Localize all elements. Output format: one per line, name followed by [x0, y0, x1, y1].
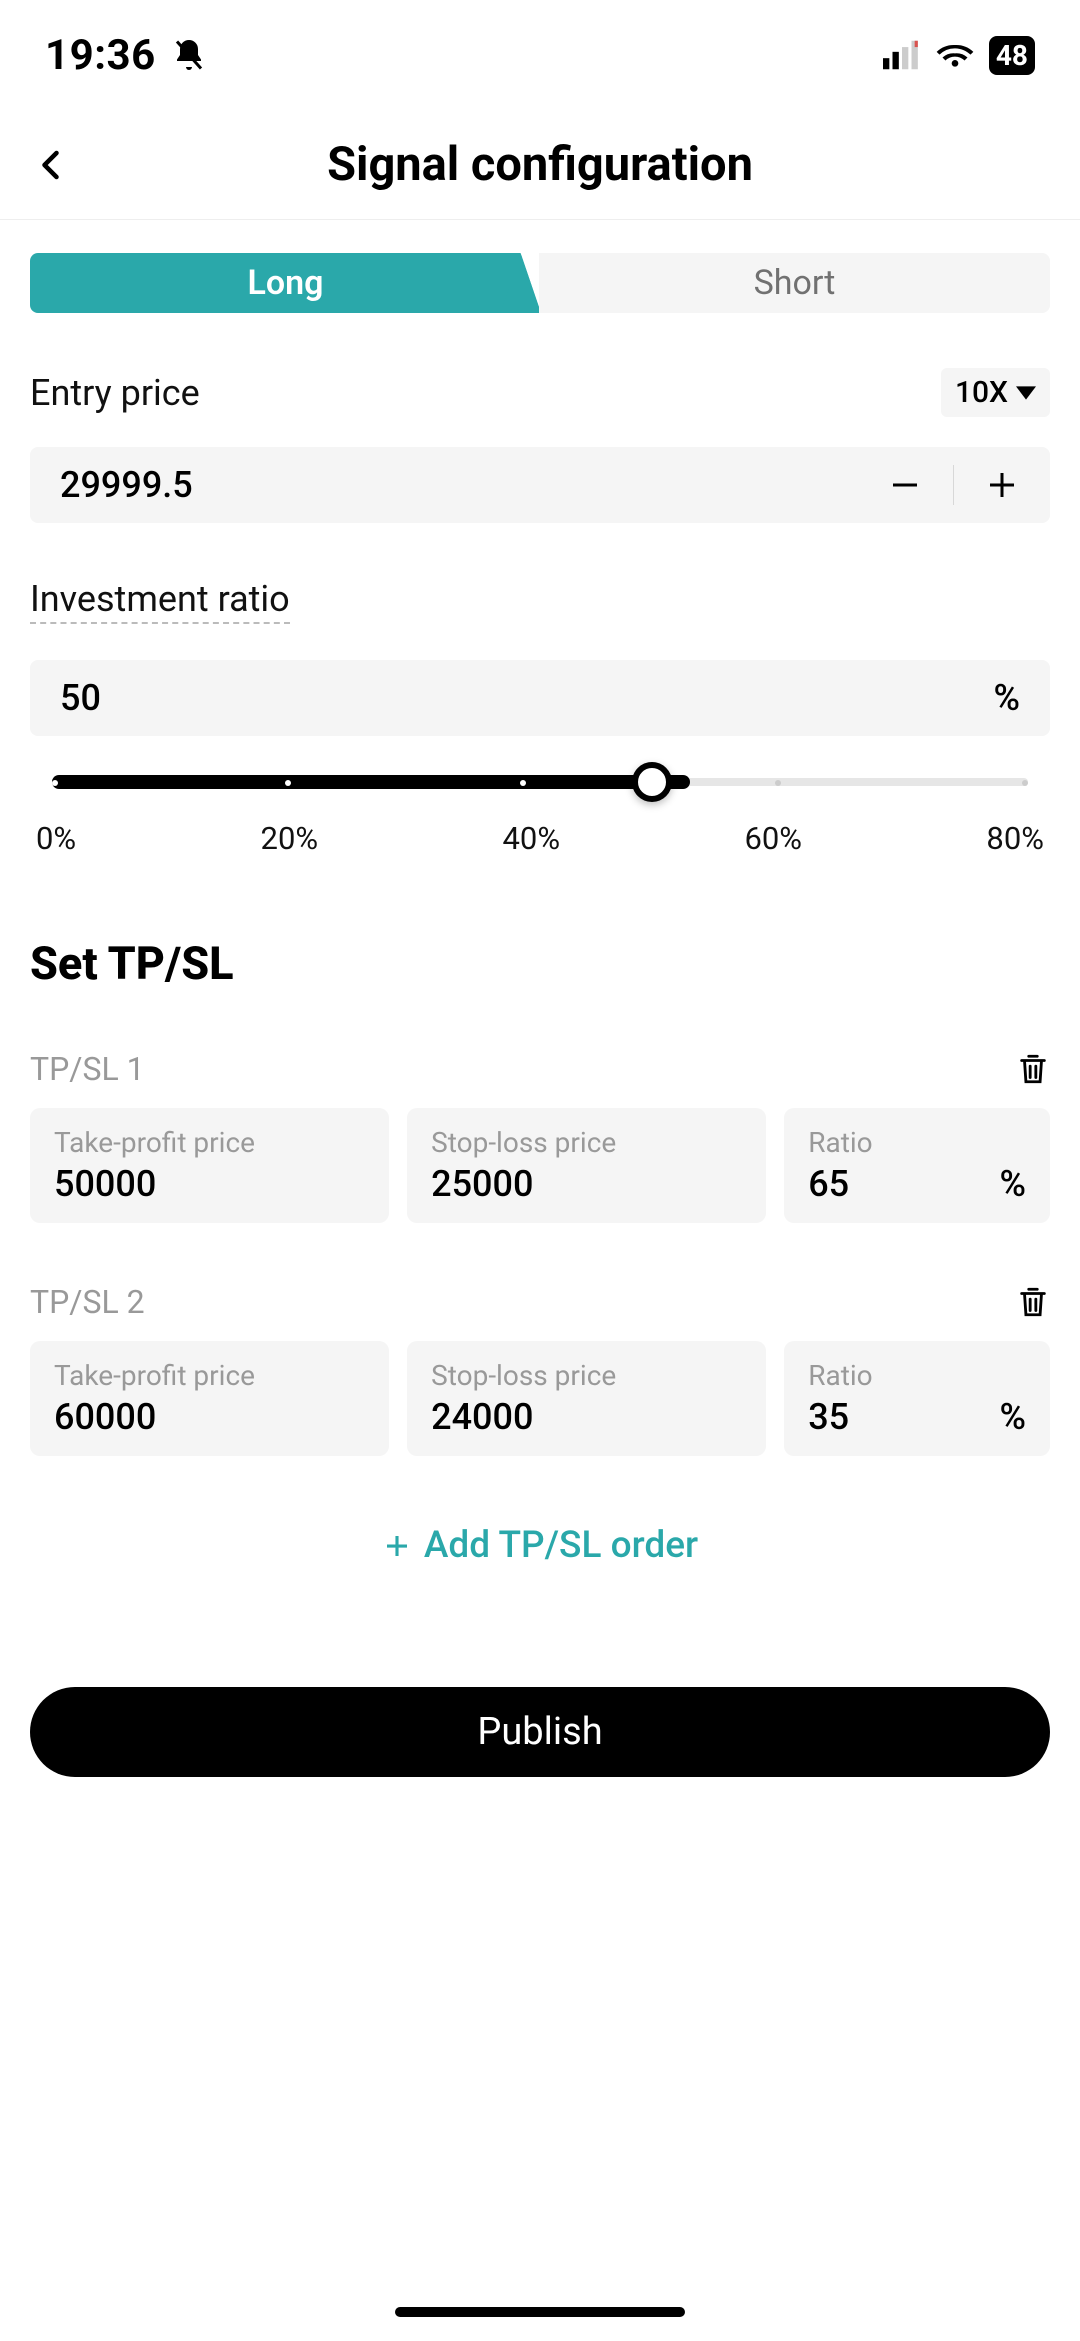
tp-label: Take-profit price	[54, 1359, 365, 1392]
signal-icon	[883, 40, 921, 70]
sl-value: 25000	[431, 1163, 742, 1205]
slider-label: 40%	[502, 820, 560, 857]
tab-long-label: Long	[248, 263, 324, 303]
slider-tick	[520, 780, 526, 786]
back-button[interactable]	[34, 144, 70, 186]
tab-long[interactable]: Long	[30, 253, 541, 313]
chevron-down-icon	[1016, 386, 1036, 400]
entry-price-input[interactable]: 29999.5	[30, 447, 1050, 523]
stop-loss-input[interactable]: Stop-loss price 24000	[407, 1341, 766, 1456]
publish-button[interactable]: Publish	[30, 1687, 1050, 1777]
page-title: Signal configuration	[327, 137, 753, 192]
slider-label: 20%	[261, 820, 319, 857]
sl-label: Stop-loss price	[431, 1359, 742, 1392]
ratio-unit: %	[999, 1163, 1026, 1205]
leverage-selector[interactable]: 10X	[941, 368, 1050, 417]
publish-label: Publish	[477, 1710, 602, 1754]
ratio-value: 65	[808, 1163, 849, 1205]
slider-label: 60%	[744, 820, 802, 857]
slider-labels: 0% 20% 40% 60% 80%	[30, 820, 1050, 857]
tpsl-row-label: TP/SL 1	[30, 1050, 145, 1088]
position-side-segmented: Long Short	[30, 253, 1050, 313]
bell-mute-icon	[171, 36, 207, 74]
sl-label: Stop-loss price	[431, 1126, 742, 1159]
investment-ratio-unit: %	[993, 677, 1020, 719]
take-profit-input[interactable]: Take-profit price 60000	[30, 1341, 389, 1456]
minus-button[interactable]	[887, 467, 923, 503]
slider-tick	[1022, 780, 1028, 786]
status-time: 19:36	[45, 31, 156, 80]
stepper-divider	[953, 465, 954, 505]
home-indicator	[395, 2307, 685, 2317]
slider-thumb[interactable]	[632, 762, 672, 802]
status-bar: 19:36 48	[0, 0, 1080, 110]
ratio-unit: %	[999, 1396, 1026, 1438]
tp-label: Take-profit price	[54, 1126, 365, 1159]
take-profit-input[interactable]: Take-profit price 50000	[30, 1108, 389, 1223]
investment-ratio-slider[interactable]	[30, 762, 1050, 802]
wifi-icon	[935, 40, 975, 70]
ratio-label: Ratio	[808, 1126, 1026, 1159]
plus-icon	[382, 1531, 412, 1561]
slider-tick	[52, 780, 58, 786]
sl-value: 24000	[431, 1396, 742, 1438]
ratio-value: 35	[808, 1396, 849, 1438]
delete-button[interactable]	[1016, 1051, 1050, 1087]
add-tpsl-button[interactable]: Add TP/SL order	[30, 1524, 1050, 1567]
battery-icon: 48	[989, 36, 1035, 75]
nav-header: Signal configuration	[0, 110, 1080, 220]
tab-short-label: Short	[754, 263, 836, 303]
ratio-input[interactable]: Ratio 65 %	[784, 1108, 1050, 1223]
slider-label: 0%	[36, 820, 76, 857]
slider-tick	[775, 780, 781, 786]
add-tpsl-label: Add TP/SL order	[424, 1524, 698, 1567]
plus-button[interactable]	[984, 467, 1020, 503]
investment-ratio-label: Investment ratio	[30, 578, 290, 624]
entry-price-label: Entry price	[30, 372, 200, 414]
stop-loss-input[interactable]: Stop-loss price 25000	[407, 1108, 766, 1223]
entry-price-value: 29999.5	[60, 464, 887, 506]
tab-short[interactable]: Short	[539, 253, 1050, 313]
slider-tick	[285, 780, 291, 786]
leverage-value: 10X	[955, 375, 1008, 410]
tpsl-row-label: TP/SL 2	[30, 1283, 145, 1321]
delete-button[interactable]	[1016, 1284, 1050, 1320]
investment-ratio-value: 50	[60, 677, 101, 719]
ratio-input[interactable]: Ratio 35 %	[784, 1341, 1050, 1456]
ratio-label: Ratio	[808, 1359, 1026, 1392]
slider-label: 80%	[986, 820, 1044, 857]
slider-fill	[52, 775, 690, 789]
tp-value: 50000	[54, 1163, 365, 1205]
tpsl-section-title: Set TP/SL	[30, 937, 1050, 990]
tp-value: 60000	[54, 1396, 365, 1438]
investment-ratio-input[interactable]: 50 %	[30, 660, 1050, 736]
